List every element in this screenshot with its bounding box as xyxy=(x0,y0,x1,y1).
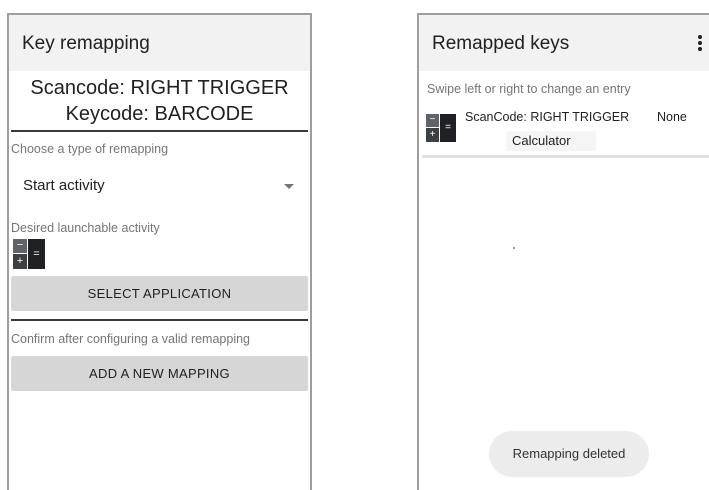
keycode-text: Keycode: BARCODE xyxy=(65,103,254,125)
entry-keycode: None xyxy=(657,110,687,124)
selected-app-name: Calculator xyxy=(59,244,114,258)
key-remapping-screen: Key remapping Scancode: RIGHT TRIGGER Ke… xyxy=(7,13,312,490)
remap-type-dropdown[interactable]: Start activity xyxy=(11,171,308,199)
divider xyxy=(422,155,709,158)
select-application-button[interactable]: SELECT APPLICATION xyxy=(11,276,308,311)
key-info: Scancode: RIGHT TRIGGER Keycode: BARCODE xyxy=(9,75,310,127)
page-title: Remapped keys xyxy=(432,33,570,54)
entry-app-name: Calculator xyxy=(506,131,596,151)
swipe-hint: Swipe left or right to change an entry xyxy=(427,82,631,96)
list-item[interactable]: − + = ScanCode: RIGHT TRIGGER None Calcula… xyxy=(422,105,709,155)
dropdown-arrow-icon xyxy=(284,184,294,189)
divider xyxy=(11,319,308,321)
toast-message: Remapping deleted xyxy=(489,431,649,477)
remapped-keys-screen: Remapped keys Swipe left or right to cha… xyxy=(417,13,709,490)
calculator-icon: − + = xyxy=(426,114,456,142)
calculator-icon: − + = xyxy=(13,239,45,269)
confirm-label: Confirm after configuring a valid remapp… xyxy=(11,332,251,346)
selected-app: − + = Calculator xyxy=(13,239,133,269)
entry-scancode: ScanCode: RIGHT TRIGGER xyxy=(465,110,630,124)
remap-type-label: Choose a type of remapping xyxy=(11,142,169,156)
app-bar: Key remapping xyxy=(9,15,310,71)
page-title: Key remapping xyxy=(22,33,150,54)
remap-type-value: Start activity xyxy=(23,177,105,194)
app-bar: Remapped keys xyxy=(419,15,709,71)
scancode-text: Scancode: RIGHT TRIGGER xyxy=(30,77,289,99)
divider xyxy=(11,130,308,132)
add-mapping-button[interactable]: ADD A NEW MAPPING xyxy=(11,356,308,391)
launchable-activity-label: Desired launchable activity xyxy=(11,221,160,235)
more-vert-icon[interactable] xyxy=(698,35,702,51)
dot xyxy=(513,247,515,249)
